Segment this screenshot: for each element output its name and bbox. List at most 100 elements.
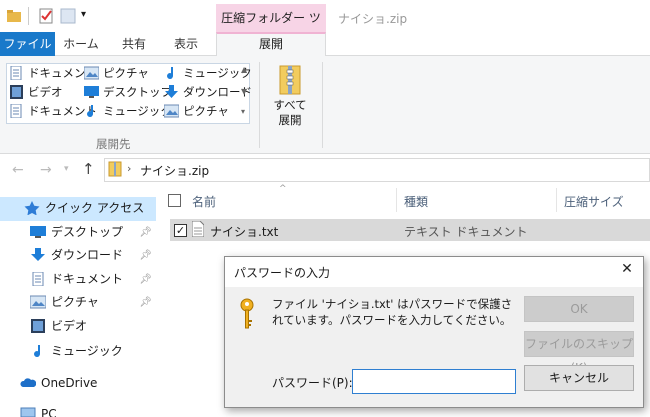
quick-access-dropdown-icon[interactable]: ▾	[81, 9, 86, 20]
nav-item-music[interactable]: ミュージック	[30, 340, 152, 363]
nav-quick-access-label: クイック アクセス	[45, 201, 145, 215]
tab-extract[interactable]: 展開	[216, 32, 326, 57]
documents-icon	[9, 103, 24, 119]
nav-item-label: ドキュメント	[51, 272, 124, 286]
nav-item-desktop[interactable]: デスクトップ 📌︎	[30, 221, 152, 244]
sort-ascending-icon: ^	[279, 184, 287, 194]
tab-share[interactable]: 共有	[108, 32, 160, 56]
nav-item-label: デスクトップ	[51, 225, 124, 239]
nav-item-onedrive[interactable]: OneDrive	[20, 372, 150, 395]
music-icon	[164, 66, 179, 80]
pin-icon: 📌︎	[139, 297, 152, 308]
documents-icon	[30, 271, 46, 287]
videos-icon	[9, 85, 24, 99]
new-folder-icon[interactable]	[60, 8, 76, 24]
nav-item-label: PC	[41, 407, 57, 417]
column-divider[interactable]	[396, 188, 397, 212]
skip-file-button[interactable]: ファイルのスキップ(K)	[524, 331, 634, 375]
nav-quick-access-label-row: クイック アクセス	[24, 197, 144, 220]
extract-all-button[interactable]: すべて 展開	[266, 62, 314, 132]
dialog-title: パスワードの入力	[234, 266, 331, 280]
nav-item-label: ダウンロード	[51, 248, 124, 262]
gallery-scroll-up-icon[interactable]: ▲	[241, 66, 247, 74]
zip-folder-icon	[278, 64, 302, 96]
text-file-icon	[191, 220, 205, 240]
pin-icon: 📌︎	[139, 227, 152, 238]
pictures-icon	[29, 294, 47, 309]
desktop-icon	[84, 85, 99, 99]
zip-folder-icon	[108, 161, 122, 180]
nav-item-pictures[interactable]: ピクチャ 📌︎	[29, 291, 152, 314]
row-checkbox[interactable]: ✓	[174, 224, 187, 237]
destination-item[interactable]: ピクチャ	[83, 64, 149, 83]
destination-item[interactable]: ビデオ	[9, 83, 63, 102]
file-name[interactable]: ナイショ.txt	[210, 223, 278, 240]
pictures-icon	[83, 66, 100, 80]
downloads-icon	[164, 85, 179, 99]
music-icon	[30, 343, 46, 358]
column-header-name[interactable]: 名前	[192, 193, 216, 210]
key-icon	[238, 298, 256, 335]
divider	[28, 7, 29, 25]
destination-item[interactable]: ダウンロード	[164, 83, 252, 102]
music-icon	[84, 104, 99, 118]
folder-icon	[6, 8, 22, 24]
gallery-expand-icon[interactable]: ▾	[241, 108, 245, 116]
up-arrow-icon[interactable]: ↑	[82, 160, 95, 178]
ribbon-group-caption: 展開先	[96, 137, 131, 151]
destination-label: ピクチャ	[183, 104, 229, 118]
password-label: パスワード(P):	[272, 376, 353, 390]
column-header-type[interactable]: 種類	[404, 193, 428, 210]
cancel-button[interactable]: キャンセル	[524, 365, 634, 391]
nav-item-label: ピクチャ	[51, 295, 99, 309]
nav-item-videos[interactable]: ビデオ	[30, 315, 152, 338]
nav-item-label: ミュージック	[51, 344, 123, 358]
nav-item-label: OneDrive	[41, 376, 98, 390]
pictures-icon	[163, 104, 180, 118]
destination-item[interactable]: ミュージック	[164, 64, 252, 83]
gallery-scroll-down-icon[interactable]: ▼	[241, 88, 247, 96]
star-icon	[24, 200, 40, 216]
file-type: テキスト ドキュメント	[404, 225, 528, 239]
tab-file[interactable]: ファイル	[0, 32, 55, 56]
select-all-checkbox[interactable]	[168, 194, 181, 207]
documents-icon	[9, 65, 24, 81]
column-header-compressed-size[interactable]: 圧縮サイズ	[564, 193, 624, 210]
downloads-icon	[30, 247, 46, 261]
nav-item-documents[interactable]: ドキュメント 📌︎	[30, 268, 152, 291]
destination-label: ミュージック	[103, 104, 172, 118]
destination-item[interactable]: ピクチャ	[163, 102, 229, 121]
divider	[259, 62, 260, 148]
window-title: ナイショ.zip	[338, 12, 408, 26]
dialog-message: ファイル 'ナイショ.txt' はパスワードで保護されています。パスワードを入力…	[272, 297, 513, 327]
properties-icon[interactable]	[38, 8, 54, 24]
tab-home[interactable]: ホーム	[57, 32, 105, 56]
recent-locations-icon[interactable]: ▾	[64, 164, 69, 174]
forward-arrow-icon[interactable]: →	[40, 162, 52, 178]
nav-item-downloads[interactable]: ダウンロード 📌︎	[30, 244, 152, 267]
close-icon[interactable]: ✕	[620, 261, 634, 277]
tab-view[interactable]: 表示	[160, 32, 212, 56]
nav-item-pc[interactable]: PC	[20, 403, 150, 417]
ok-button[interactable]: OK	[524, 296, 634, 322]
destination-label: ビデオ	[28, 85, 63, 99]
videos-icon	[30, 318, 46, 333]
pc-icon	[20, 406, 36, 417]
pin-icon: 📌︎	[139, 274, 152, 285]
destination-item[interactable]: ミュージック	[84, 102, 172, 121]
breadcrumb-separator: ›	[127, 162, 132, 175]
onedrive-icon	[20, 375, 37, 389]
destination-label: ピクチャ	[103, 66, 149, 80]
back-arrow-icon[interactable]: ←	[12, 162, 24, 178]
extract-all-label-line2: 展開	[278, 113, 302, 127]
destination-item[interactable]: デスクトップ	[84, 83, 172, 102]
column-divider[interactable]	[556, 188, 557, 212]
divider	[322, 62, 323, 148]
pin-icon: 📌︎	[139, 250, 152, 261]
password-input[interactable]	[352, 369, 516, 394]
context-tab-group: 圧縮フォルダー ツール	[216, 4, 326, 53]
destination-label: デスクトップ	[103, 85, 172, 99]
breadcrumb-current[interactable]: ナイショ.zip	[140, 162, 209, 179]
extract-all-label-line1: すべて	[273, 98, 307, 112]
nav-item-label: ビデオ	[51, 319, 88, 333]
